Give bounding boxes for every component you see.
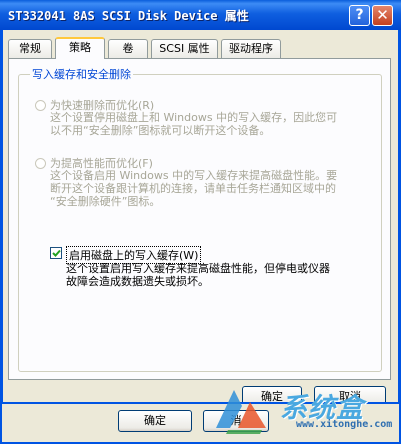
title-bar[interactable]: ST332041 8AS SCSI Disk Device 属性 ? ✕ (0, 0, 401, 30)
quick-removal-desc-line-1: 这个设置停用磁盘上和 Windows 中的写入缓存，因此您可 (50, 111, 338, 124)
duplicate-ok-button[interactable]: 确定 (118, 410, 192, 432)
quick-removal-radio[interactable] (35, 100, 46, 111)
watermark-logo-icon (216, 390, 266, 434)
tab-driver[interactable]: 驱动程序 (221, 39, 281, 58)
quick-removal-desc-line-2: 以不用“安全删除”图标就可以断开这个设备。 (50, 124, 271, 137)
write-cache-checkbox[interactable] (50, 247, 62, 259)
help-button[interactable]: ? (349, 5, 370, 26)
watermark-url: www.xitonghe.com (296, 419, 393, 430)
write-cache-desc-line-2: 故障会造成数据遗失或损坏。 (66, 275, 209, 288)
performance-desc-line-3: “安全删除硬件”图标。 (50, 195, 161, 208)
performance-desc-line-2: 断开这个设备跟计算机的连接，请单击任务栏通知区域中的 (50, 182, 336, 195)
window-title: ST332041 8AS SCSI Disk Device 属性 (8, 9, 249, 23)
tab-general[interactable]: 常规 (8, 39, 52, 58)
group-title: 写入缓存和安全删除 (30, 66, 133, 82)
write-cache-desc-line-1: 这个设置启用写入缓存来提高磁盘性能，但停电或仪器 (66, 262, 330, 275)
tab-scsi-properties[interactable]: SCSI 属性 (151, 39, 218, 58)
close-button[interactable]: ✕ (372, 5, 393, 26)
performance-radio[interactable] (35, 158, 46, 169)
checkmark-icon (52, 249, 61, 257)
tab-policies[interactable]: 策略 (55, 37, 105, 59)
tab-volumes[interactable]: 卷 (108, 39, 148, 58)
performance-desc-line-1: 这个设备启用 Windows 中的写入缓存来提高磁盘性能。要 (50, 169, 338, 182)
